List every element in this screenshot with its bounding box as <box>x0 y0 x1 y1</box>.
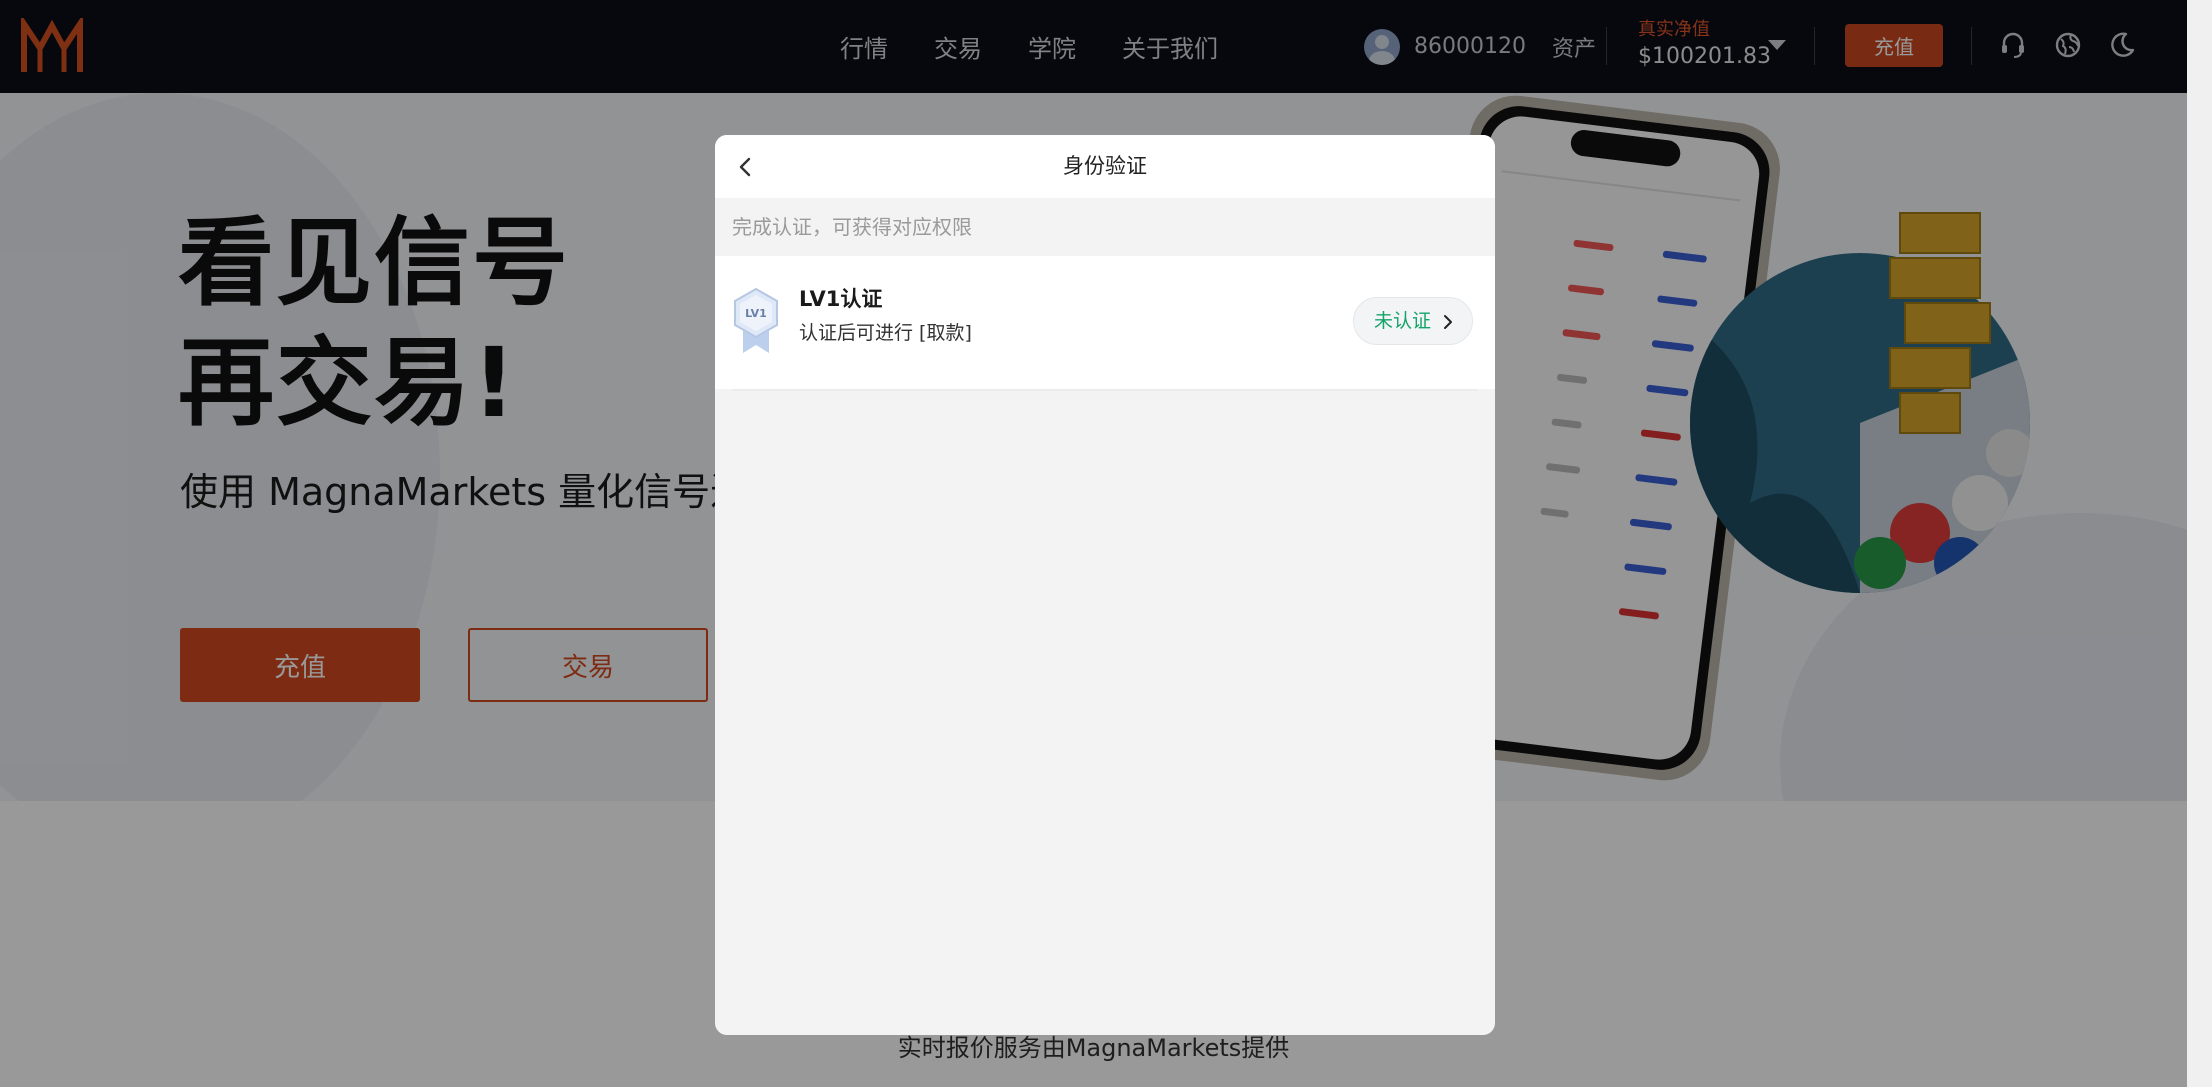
level-description: 认证后可进行 [取款] <box>799 322 972 344</box>
chevron-right-icon <box>1444 315 1452 329</box>
verification-status-button[interactable]: 未认证 <box>1353 297 1473 345</box>
row-divider <box>732 389 1478 391</box>
identity-verification-dialog: 身份验证 完成认证，可获得对应权限 LV1 LV1认证 认证后可进行 [取款] … <box>715 135 1495 1035</box>
chevron-left-icon[interactable] <box>733 154 759 180</box>
verification-status-label: 未认证 <box>1374 310 1432 332</box>
dialog-title: 身份验证 <box>1063 154 1147 178</box>
level-badge-text: LV1 <box>745 307 767 320</box>
verification-hint: 完成认证，可获得对应权限 <box>732 215 972 239</box>
level-title: LV1认证 <box>799 287 883 311</box>
dialog-header: 身份验证 <box>715 135 1495 198</box>
level-badge-icon: LV1 <box>734 287 778 353</box>
page-scrollbar[interactable] <box>2187 0 2212 1087</box>
